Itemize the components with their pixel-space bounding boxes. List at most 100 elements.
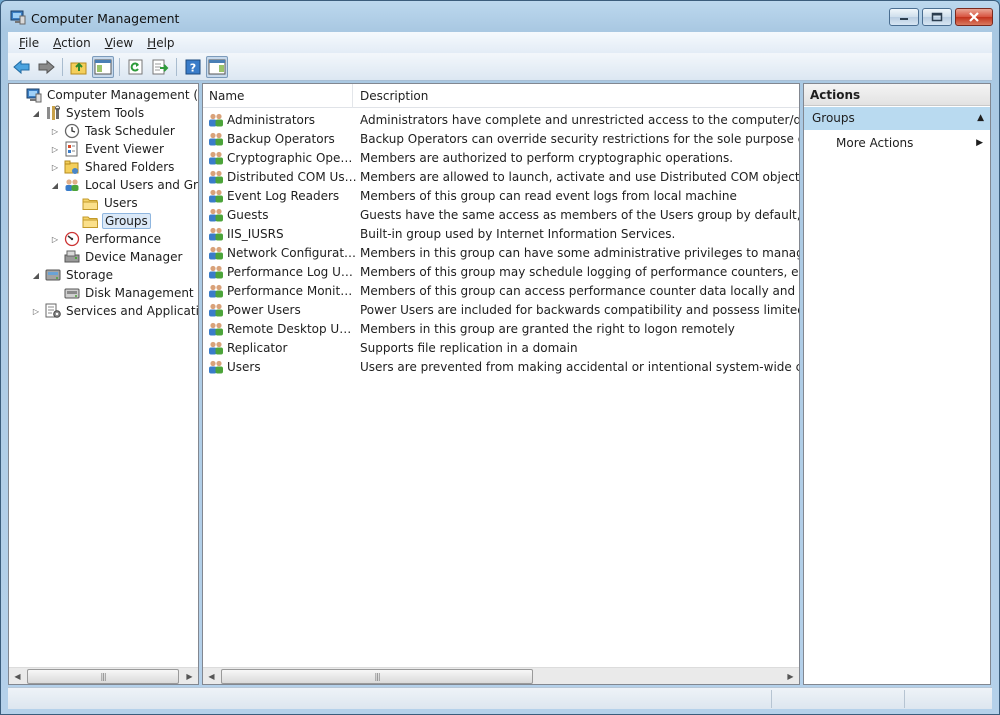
scroll-left-arrow[interactable]: ◀ [9,668,26,684]
table-row[interactable]: IIS_IUSRS Built-in group used by Internet… [203,224,799,243]
tree-item-label: System Tools [66,106,145,120]
expanded-arrow-icon[interactable]: ◢ [31,109,41,118]
menu-action-accel: A [53,35,62,50]
show-hide-action-pane-icon [208,59,226,74]
menu-help[interactable]: Help [140,36,181,50]
tree-item-system-tools[interactable]: ◢ System Tools [31,104,146,122]
scroll-thumb[interactable]: ||| [27,669,179,684]
tree-item-label: Shared Folders [85,160,175,174]
status-separator [771,690,772,708]
group-icon [208,359,224,375]
scroll-thumb[interactable]: ||| [221,669,533,684]
export-list-button[interactable] [149,56,171,78]
menu-action[interactable]: Action [46,36,98,50]
forward-button[interactable] [35,56,57,78]
maximize-button[interactable] [922,8,952,26]
folder-icon [82,213,99,229]
menu-view-accel: V [104,35,113,50]
tree-item-local-users-and-groups[interactable]: ◢ Local Users and Groups [50,176,198,194]
group-description-cell: Backup Operators can override security r… [360,131,799,146]
tree-horizontal-scrollbar[interactable]: ◀ ||| ▶ [9,667,198,684]
collapsed-arrow-icon[interactable]: ▷ [31,307,41,316]
expanded-arrow-icon[interactable]: ◢ [50,181,60,190]
group-icon [208,302,224,318]
table-row[interactable]: Network Configuratio... Members in this g… [203,243,799,262]
tree-item-disk-management[interactable]: Disk Management [50,284,196,302]
table-row[interactable]: Cryptographic Operat... Members are autho… [203,148,799,167]
more-actions-item[interactable]: More Actions ▶ [804,133,990,153]
collapsed-arrow-icon[interactable]: ▷ [50,145,60,154]
table-row[interactable]: Guests Guests have the same access as mem… [203,205,799,224]
toolbar-separator [62,57,63,76]
group-description-cell: Members of this group can read event log… [360,188,737,203]
maximize-icon [931,12,943,22]
computer-management-window: Computer Management File Action View Hel… [0,0,1000,715]
show-hide-tree-icon [94,59,112,74]
device-manager-icon [63,249,80,265]
table-row[interactable]: Remote Desktop Users Members in this grou… [203,319,799,338]
show-hide-console-tree-button[interactable] [92,55,114,78]
table-row[interactable]: Performance Monitor ... Members of this g… [203,281,799,300]
tree-item-device-manager[interactable]: Device Manager [50,248,184,266]
list-header: Name Description [203,84,799,108]
tree-item-task-scheduler[interactable]: ▷ Task Scheduler [50,122,177,140]
table-row[interactable]: Backup Operators Backup Operators can ove… [203,129,799,148]
help-button[interactable]: ? [182,56,204,78]
group-name-cell: Remote Desktop Users [227,321,357,336]
tree-item-shared-folders[interactable]: ▷ Shared Folders [50,158,176,176]
groups-list-pane[interactable]: Name Description Administrators Administr… [202,83,800,685]
scroll-right-arrow[interactable]: ▶ [782,668,799,684]
table-row[interactable]: Event Log Readers Members of this group c… [203,186,799,205]
table-row[interactable]: Power Users Power Users are included for … [203,300,799,319]
table-row[interactable]: Distributed COM Users Members are allowed… [203,167,799,186]
group-icon [208,188,224,204]
tree-item-storage[interactable]: ◢ Storage [31,266,115,284]
menu-file[interactable]: File [12,36,46,50]
tree-item-users[interactable]: Users [69,194,140,212]
forward-arrow-icon [38,59,55,74]
menu-help-accel: H [147,35,157,50]
collapsed-arrow-icon[interactable]: ▷ [50,235,60,244]
group-icon [208,264,224,280]
computer-icon [25,87,42,103]
table-row[interactable]: Performance Log Users Members of this gro… [203,262,799,281]
group-icon [208,207,224,223]
refresh-icon [128,59,143,74]
up-one-level-button[interactable] [68,56,90,78]
tree-item-label: Performance [85,232,162,246]
column-header-name[interactable]: Name [203,84,353,108]
scroll-right-arrow[interactable]: ▶ [181,668,198,684]
back-button[interactable] [11,56,33,78]
tree-item-services-and-applications[interactable]: ▷ Services and Applications [31,302,198,320]
tree-item-groups[interactable]: Groups [69,212,151,230]
group-icon [208,131,224,147]
tree-item-label: Device Manager [85,250,183,264]
collapsed-arrow-icon[interactable]: ▷ [50,163,60,172]
tree-item-event-viewer[interactable]: ▷ Event Viewer [50,140,166,158]
table-row[interactable]: Users Users are prevented from making acc… [203,357,799,376]
column-header-description[interactable]: Description [354,84,799,108]
actions-group-groups[interactable]: Groups ▲ [804,107,990,130]
refresh-button[interactable] [125,56,147,78]
toolbar-separator [176,57,177,76]
disk-icon [63,285,80,301]
show-hide-action-pane-button[interactable] [206,55,228,78]
menu-view[interactable]: View [98,36,140,50]
list-horizontal-scrollbar[interactable]: ◀ ||| ▶ [203,667,799,684]
title-bar[interactable]: Computer Management [1,1,999,32]
minimize-button[interactable] [889,8,919,26]
scroll-left-arrow[interactable]: ◀ [203,668,220,684]
tree-item-performance[interactable]: ▷ Performance [50,230,163,248]
table-row[interactable]: Administrators Administrators have comple… [203,110,799,129]
table-row[interactable]: Replicator Supports file replication in a… [203,338,799,357]
tree-item-label: Task Scheduler [85,124,175,138]
up-folder-icon [70,62,87,74]
group-icon [208,112,224,128]
close-icon [969,12,979,22]
console-tree-pane[interactable]: Computer Management (Local ◢ System Tools ▷… [8,83,199,685]
close-button[interactable] [955,8,993,26]
expanded-arrow-icon[interactable]: ◢ [31,271,41,280]
collapsed-arrow-icon[interactable]: ▷ [50,127,60,136]
group-name-cell: IIS_IUSRS [227,226,284,241]
tree-item-computer-management-local[interactable]: Computer Management (Local [12,86,198,104]
